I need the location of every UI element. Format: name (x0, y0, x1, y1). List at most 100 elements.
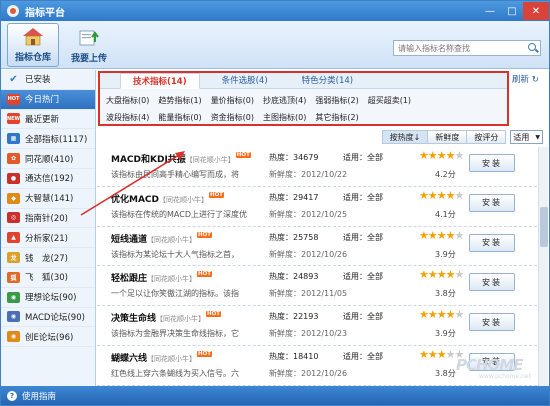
heat-value: 热度：24893 (269, 272, 319, 282)
sidebar-item[interactable]: ▲ 分析家(21) (1, 228, 95, 249)
indicator-name[interactable]: 优化MACD【同花顺小牛】HOT (111, 191, 225, 205)
app-logo-icon (7, 5, 19, 17)
category-item[interactable]: 能量指标(0) (158, 112, 201, 123)
tab-featured[interactable]: 特色分类(14) (290, 73, 365, 89)
indicator-author: 【同花顺小牛】 (159, 195, 208, 204)
indicator-name[interactable]: 轻松跟庄【同花顺小牛】HOT (111, 271, 213, 284)
category-item[interactable]: 主图指标(0) (263, 112, 306, 123)
category-item[interactable]: 量价指标(0) (211, 95, 254, 106)
sidebar-item[interactable]: 狐飞 狐(30) (1, 268, 95, 288)
install-button[interactable]: 安装 (469, 193, 515, 212)
star-rating: ★★★★★ (419, 188, 464, 202)
category-item[interactable]: 强弱指标(2) (315, 95, 358, 106)
sidebar-item[interactable]: ▦ 全部指标(1117) (1, 129, 95, 150)
category-item[interactable]: 波段指标(4) (106, 112, 149, 123)
install-button[interactable]: 安装 (469, 313, 515, 332)
vertical-scrollbar[interactable] (538, 147, 548, 386)
help-link[interactable]: 使用指南 (22, 390, 56, 402)
indicator-description: 该指标为金融界决策生命线指标，它 (111, 329, 239, 339)
apply-scope: 适用：全部 (343, 192, 383, 202)
sidebar-item-label: 最近更新 (25, 114, 60, 125)
indicator-row: 轻松跟庄【同花顺小牛】HOT 一个足以让你笑傲江湖的指标。该指 热度：24893 新鲜… (97, 266, 537, 307)
sort-by-heat-button[interactable]: 按热度↓ (381, 130, 429, 144)
category-item[interactable]: 抄底逃顶(4) (263, 95, 306, 106)
new-icon: NEW (7, 113, 20, 125)
fox-icon: 狐 (7, 271, 20, 283)
sidebar-item-label: 通达信(192) (25, 174, 74, 185)
indicator-author: 【同花顺小牛】 (185, 156, 235, 164)
sidebar-item-label: 已安装 (25, 75, 51, 86)
category-item[interactable]: 资金指标(0) (211, 112, 254, 123)
sidebar-item[interactable]: ◎ 指南针(20) (1, 209, 95, 229)
compass-icon: ◎ (7, 212, 20, 224)
indicator-name[interactable]: 蝴蝶六线【同花顺小牛】HOT (111, 350, 213, 364)
platform-select-value: 适用 (513, 132, 530, 142)
install-button[interactable]: 安装 (469, 233, 515, 252)
score-value: 3.8分 (435, 368, 456, 378)
sidebar-item[interactable]: ◉ MACD论坛(90) (1, 308, 95, 328)
macd-forum-icon: ◉ (7, 311, 20, 323)
hot-badge: HOT (206, 311, 222, 318)
category-item[interactable]: 趋势指标(1) (158, 95, 201, 106)
install-button[interactable]: 安装 (469, 273, 515, 292)
freshness-date: 新鲜度：2012/10/25 (269, 209, 348, 219)
indicator-title: 短线通道 (111, 234, 148, 245)
indicator-title: 优化MACD (111, 194, 159, 205)
check-icon: ✔ (9, 73, 18, 85)
close-icon[interactable]: ✕ (523, 2, 549, 20)
indicator-description: 该指标由民间高手精心编写而成，将 (111, 170, 239, 179)
sidebar-item[interactable]: 龙钱 龙(27) (1, 248, 95, 268)
hot-badge: HOT (197, 231, 213, 238)
app-window: 指标平台 — □ ✕ 指标仓库 我要上传 ✔ 已安装 HOT 今日热门 NEW 最近更新 ▦… (0, 0, 550, 406)
indicator-warehouse-button[interactable]: 指标仓库 (7, 23, 59, 67)
score-value: 3.8分 (435, 289, 456, 299)
search-input[interactable] (394, 43, 526, 53)
sidebar-item[interactable]: ◆ 大智慧(141) (1, 189, 95, 209)
category-item[interactable]: 超买超卖(1) (368, 95, 411, 106)
sidebar-item[interactable]: HOT 今日热门 (1, 89, 95, 110)
tab-stock-selection[interactable]: 条件选股(4) (210, 73, 280, 89)
category-item[interactable]: 其它指标(2) (315, 112, 358, 123)
apply-scope: 适用：全部 (343, 312, 383, 322)
install-button[interactable]: 安装 (469, 154, 515, 172)
category-item[interactable]: 大盘指标(0) (106, 95, 149, 106)
indicator-name[interactable]: 短线通道【同花顺小牛】HOT (111, 231, 213, 245)
indicator-title: 决策生命线 (111, 314, 157, 325)
sidebar-item[interactable]: ◉ 理想论坛(90) (1, 288, 95, 308)
maximize-icon[interactable]: □ (501, 2, 523, 20)
refresh-icon: ↻ (529, 75, 539, 85)
freshness-date: 新鲜度：2012/10/23 (269, 329, 348, 339)
sidebar-item-label: 全部指标(1117) (25, 134, 88, 145)
indicator-name[interactable]: 决策生命线【同花顺小牛】HOT (111, 311, 222, 325)
status-bar: ? 使用指南 (1, 386, 549, 405)
flower-icon: ✿ (7, 153, 20, 165)
freshness-date: 新鲜度：2012/11/05 (269, 289, 348, 299)
category-grid: 大盘指标(0) 趋势指标(1) 量价指标(0) 抄底逃顶(4) 强弱指标(2) … (100, 89, 507, 123)
search-icon[interactable] (526, 41, 540, 55)
sidebar: ✔ 已安装 HOT 今日热门 NEW 最近更新 ▦ 全部指标(1117) ✿ 同花顺(410) ● 通… (1, 70, 96, 386)
platform-select[interactable]: 适用 ▼ (510, 130, 543, 144)
sort-by-score-button[interactable]: 按评分 (466, 130, 507, 144)
sidebar-item[interactable]: ✔ 已安装 (1, 70, 95, 90)
upload-button[interactable]: 我要上传 (63, 23, 115, 67)
tab-technical[interactable]: 技术指标(14) (120, 73, 200, 89)
scrollbar-thumb[interactable] (540, 207, 548, 247)
heat-value: 热度：34679 (269, 153, 319, 162)
sidebar-item[interactable]: ✿ 同花顺(410) (1, 149, 95, 169)
sidebar-item[interactable]: NEW 最近更新 (1, 110, 95, 130)
freshness-date: 新鲜度：2012/10/22 (269, 170, 348, 179)
sidebar-item[interactable]: ● 通达信(192) (1, 169, 95, 189)
sort-by-freshness-button[interactable]: 新鲜度 (427, 130, 468, 144)
minimize-icon[interactable]: — (479, 2, 501, 20)
heat-value: 热度：25758 (269, 232, 319, 242)
hot-badge: HOT (235, 152, 251, 158)
freshness-date: 新鲜度：2012/10/26 (269, 249, 348, 259)
indicator-name[interactable]: MACD和KDJ共振【同花顺小牛】HOT (111, 152, 251, 165)
hot-badge: HOT (197, 271, 213, 278)
indicator-author: 【同花顺小牛】 (156, 315, 206, 324)
indicator-row: 短线通道【同花顺小牛】HOT 该指标为某论坛十大人气指标之首， 热度：25758 新鲜… (97, 227, 537, 267)
sidebar-item-label: MACD论坛(90) (25, 312, 85, 323)
sidebar-item-label: 理想论坛(90) (25, 293, 77, 304)
sidebar-item[interactable]: ◉ 创E论坛(96) (1, 327, 95, 348)
refresh-link[interactable]: 刷新 ↻ (512, 73, 539, 85)
